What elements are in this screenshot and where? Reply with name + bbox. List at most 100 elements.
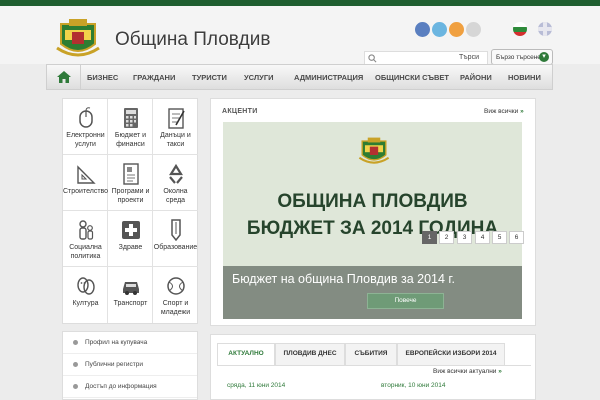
search-button[interactable]: Търси (459, 54, 479, 61)
tile-label: Здраве (118, 244, 143, 251)
site-header: Община Пловдив Търси Бързо търсене ▾ (0, 6, 600, 65)
nav-item-tourists[interactable]: ТУРИСТИ (192, 73, 227, 82)
people-icon (79, 220, 94, 240)
link-buyer-profile[interactable]: Профил на купувача (63, 332, 197, 354)
home-icon (57, 71, 71, 83)
link-label: Достъп до информация (85, 383, 157, 390)
chevron-down-icon: ▾ (539, 52, 549, 62)
tile-label: Бюджет и финанси (114, 132, 147, 148)
twitter-icon[interactable] (432, 22, 447, 37)
tile-label: Данъци и такси (160, 132, 191, 148)
document-icon (123, 163, 139, 185)
tile-culture[interactable]: Култура (63, 267, 108, 323)
rss-icon[interactable] (449, 22, 464, 37)
banner-caption: Бюджет на община Пловдив за 2014 г. Пове… (223, 266, 522, 319)
tile-label: Култура (72, 300, 99, 307)
highlights-title: АКЦЕНТИ (222, 108, 258, 115)
slider-page-4[interactable]: 4 (475, 231, 490, 244)
uk-flag-icon[interactable] (538, 22, 552, 36)
slider-page-3[interactable]: 3 (457, 231, 472, 244)
see-all-label: Виж всички актуални (433, 368, 497, 375)
tile-education[interactable]: Образование (153, 211, 198, 267)
main-navigation: БИЗНЕС ГРАЖДАНИ ТУРИСТИ УСЛУГИ АДМИНИСТР… (46, 64, 553, 90)
highlight-banner[interactable]: ОБЩИНА ПЛОВДИВ БЮДЖЕТ ЗА 2014 ГОДИНА Бюд… (223, 122, 522, 319)
coat-of-arms-logo[interactable] (55, 18, 101, 60)
car-icon (123, 282, 139, 295)
slider-page-5[interactable]: 5 (492, 231, 507, 244)
mouse-icon (79, 107, 93, 128)
tile-label: Транспорт (113, 300, 148, 307)
news-date: вторник, 10 юни 2014 (381, 382, 446, 389)
quick-search-dropdown[interactable]: Бързо търсене ▾ (491, 49, 553, 65)
link-label: Публични регистри (85, 361, 143, 368)
quick-search-label: Бързо търсене (496, 54, 541, 61)
sidebar-links: Профил на купувача Публични регистри Дос… (62, 331, 198, 400)
highlights-panel: АКЦЕНТИ Виж всички » ОБЩИНА ПЛОВДИВ БЮДЖ… (210, 98, 536, 326)
email-icon[interactable] (466, 22, 481, 37)
home-button[interactable] (47, 65, 81, 89)
bullet-icon (73, 340, 78, 345)
services-grid: Електронни услуги Бюджет и финанси Данъц… (62, 98, 198, 324)
double-chevron-right-icon: » (498, 368, 502, 375)
tile-construction[interactable]: Строителство (63, 155, 108, 211)
tile-label: Строителство (63, 188, 109, 195)
ball-icon (167, 277, 185, 295)
tab-plovdiv-today[interactable]: ПЛОВДИВ ДНЕС (275, 343, 345, 365)
tile-health[interactable]: Здраве (108, 211, 153, 267)
recycle-icon (169, 163, 183, 184)
pencil-icon (171, 219, 181, 241)
tab-european-elections[interactable]: ЕВРОПЕЙСКИ ИЗБОРИ 2014 (397, 343, 505, 365)
caption-title[interactable]: Бюджет на община Пловдив за 2014 г. (232, 272, 455, 286)
more-button[interactable]: Повече (367, 293, 444, 309)
slider-page-1[interactable]: 1 (422, 231, 437, 244)
coat-of-arms-logo (358, 137, 390, 164)
tab-divider (217, 365, 531, 366)
tile-environment[interactable]: Околна среда (153, 155, 198, 211)
ruler-icon (77, 165, 96, 184)
tile-sport[interactable]: Спорт и младежи (153, 267, 198, 323)
tile-e-services[interactable]: Електронни услуги (63, 99, 108, 155)
tile-label: Електронни услуги (66, 132, 105, 148)
nav-item-municipal-council[interactable]: ОБЩИНСКИ СЪВЕТ (375, 73, 449, 82)
see-all-label: Виж всички (484, 108, 519, 115)
nav-item-administration[interactable]: АДМИНИСТРАЦИЯ (294, 73, 363, 82)
tile-label: Програми и проекти (111, 188, 150, 204)
tab-current[interactable]: АКТУАЛНО (217, 343, 275, 365)
tile-taxes[interactable]: Данъци и такси (153, 99, 198, 155)
double-chevron-right-icon: » (520, 108, 524, 115)
link-label: Профил на купувача (85, 339, 148, 346)
nav-item-news[interactable]: НОВИНИ (508, 73, 541, 82)
bulgarian-flag-icon[interactable] (513, 22, 527, 36)
bullet-icon (73, 362, 78, 367)
slider-page-6[interactable]: 6 (509, 231, 524, 244)
calculator-icon (124, 108, 138, 128)
link-access-to-information[interactable]: Достъп до информация (63, 376, 197, 398)
tile-label: Спорт и младежи (160, 300, 191, 316)
tile-budget[interactable]: Бюджет и финанси (108, 99, 153, 155)
site-title[interactable]: Община Пловдив (115, 29, 270, 51)
search-icon (368, 54, 377, 63)
bullet-icon (73, 384, 78, 389)
notepad-icon (168, 108, 185, 129)
highlights-see-all-link[interactable]: Виж всички » (484, 108, 524, 115)
nav-item-citizens[interactable]: ГРАЖДАНИ (133, 73, 175, 82)
tile-label: Образование (153, 244, 198, 251)
tile-label: Социална политика (69, 244, 102, 260)
tile-programs[interactable]: Програми и проекти (108, 155, 153, 211)
nav-item-services[interactable]: УСЛУГИ (244, 73, 273, 82)
medical-cross-icon (122, 221, 140, 239)
slider-page-2[interactable]: 2 (439, 231, 454, 244)
news-see-all-link[interactable]: Виж всички актуални » (433, 368, 502, 375)
news-date: сряда, 11 юни 2014 (227, 382, 286, 389)
facebook-icon[interactable] (415, 22, 430, 37)
theater-masks-icon (77, 277, 95, 295)
nav-item-districts[interactable]: РАЙОНИ (460, 73, 492, 82)
nav-item-business[interactable]: БИЗНЕС (87, 73, 118, 82)
tile-transport[interactable]: Транспорт (108, 267, 153, 323)
banner-heading-line-1: ОБЩИНА ПЛОВДИВ (277, 191, 468, 212)
tile-label: Околна среда (163, 188, 188, 204)
tab-events[interactable]: СЪБИТИЯ (345, 343, 397, 365)
link-public-registers[interactable]: Публични регистри (63, 354, 197, 376)
search-input[interactable]: Търси (364, 51, 488, 65)
tile-social-policy[interactable]: Социална политика (63, 211, 108, 267)
